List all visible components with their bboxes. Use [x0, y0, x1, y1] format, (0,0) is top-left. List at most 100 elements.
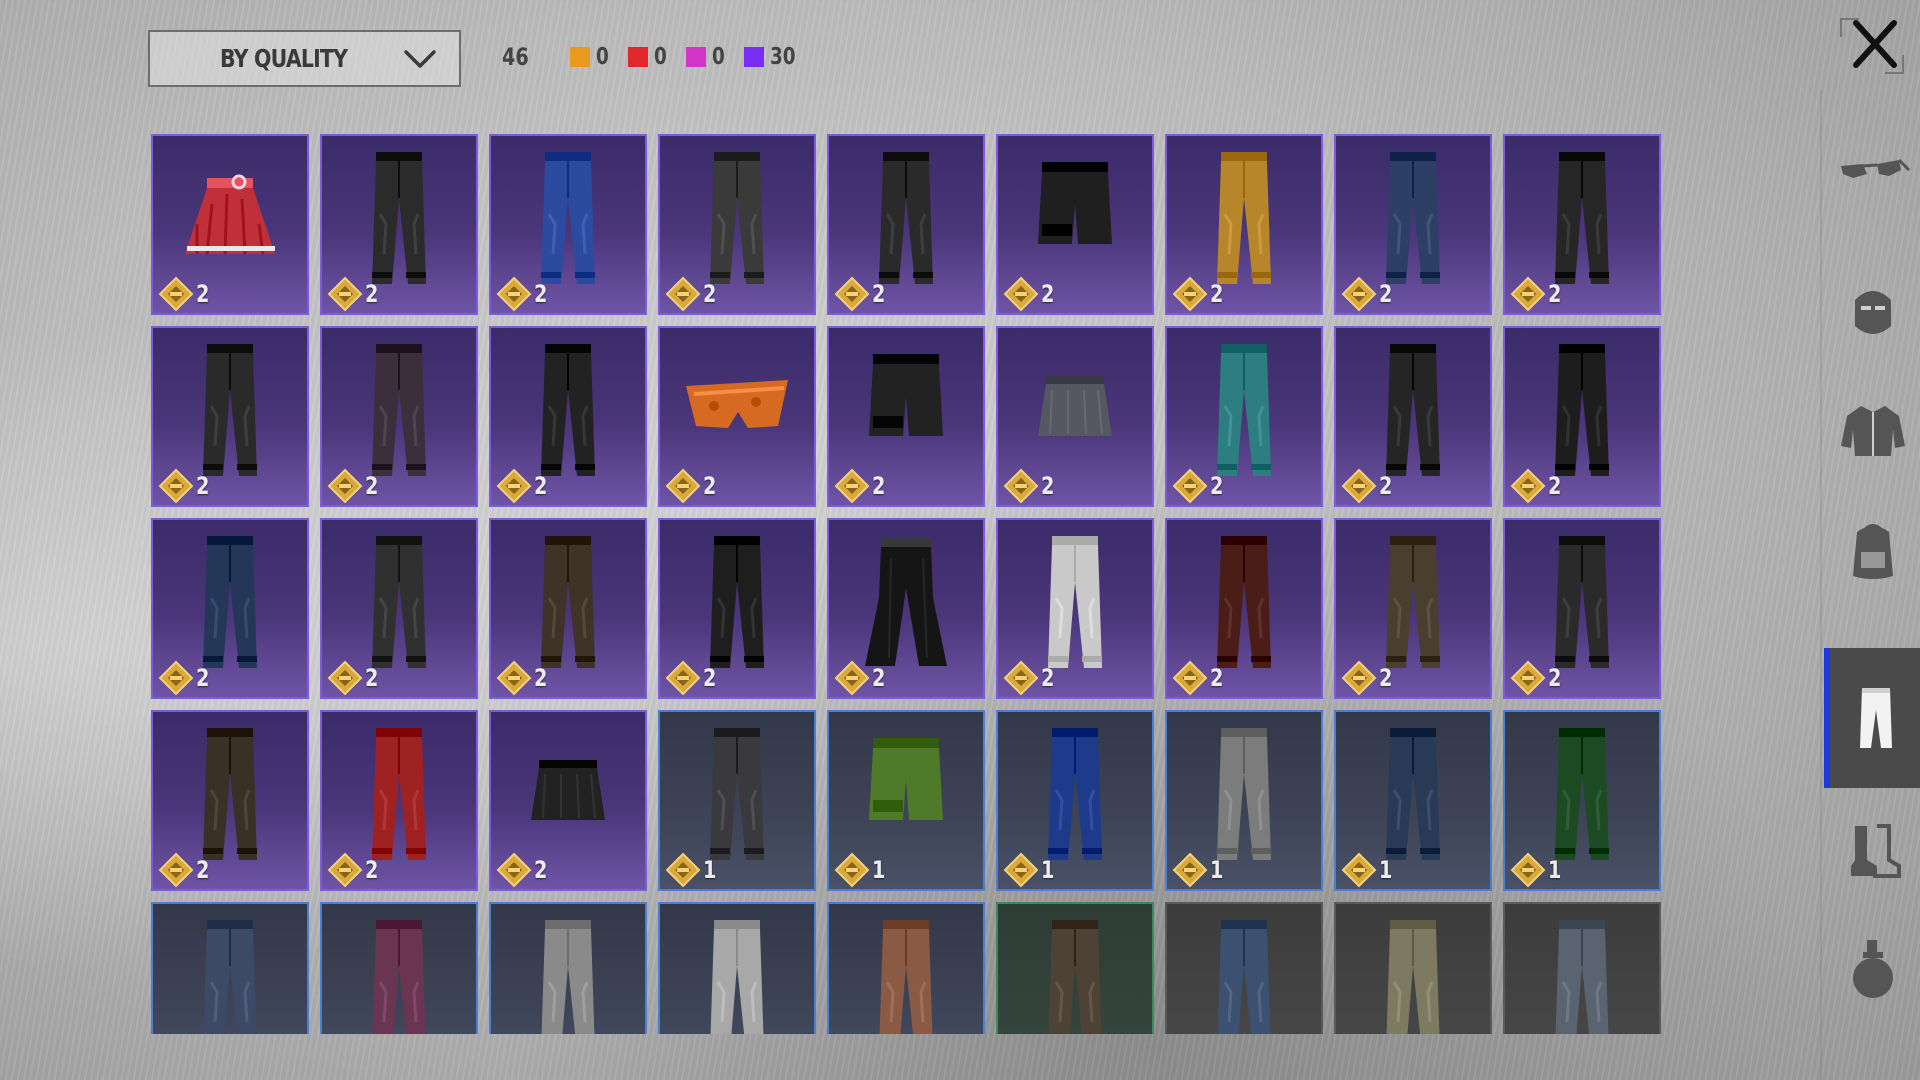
rating-badge: 2: [1003, 660, 1058, 696]
sidebar-tab-backpack[interactable]: [1824, 480, 1920, 620]
inventory-item[interactable]: 2: [658, 518, 816, 699]
inventory-item[interactable]: 2: [489, 134, 647, 315]
inventory-item[interactable]: [151, 902, 309, 1034]
sidebar-tab-boots[interactable]: [1824, 780, 1920, 920]
inventory-item[interactable]: 2: [996, 326, 1154, 507]
diamond-emblem-icon: [158, 276, 194, 312]
item-count: 2: [1548, 472, 1562, 500]
inventory-item[interactable]: 2: [320, 710, 478, 891]
inventory-item[interactable]: 2: [489, 326, 647, 507]
inventory-item[interactable]: 2: [1165, 518, 1323, 699]
rating-badge: 2: [496, 468, 551, 504]
item-count: 2: [1548, 280, 1562, 308]
sort-by-quality-dropdown[interactable]: BY QUALITY: [148, 30, 461, 87]
inventory-item[interactable]: 1: [1334, 710, 1492, 891]
inventory-item[interactable]: 2: [489, 710, 647, 891]
inventory-item[interactable]: [489, 902, 647, 1034]
inventory-item[interactable]: [1503, 902, 1661, 1034]
sidebar-tab-glasses[interactable]: [1824, 100, 1920, 240]
sidebar-tab-grenade[interactable]: [1824, 900, 1920, 1040]
inventory-item[interactable]: 2: [658, 134, 816, 315]
rating-badge: 2: [327, 852, 382, 888]
rating-badge: 2: [1510, 276, 1565, 312]
inventory-item[interactable]: 1: [1503, 710, 1661, 891]
sidebar-tab-pants[interactable]: [1824, 648, 1920, 788]
pants-icon: [1555, 536, 1609, 668]
pants-icon: [1217, 536, 1271, 668]
inventory-item[interactable]: 2: [1165, 134, 1323, 315]
inventory-item[interactable]: 2: [996, 518, 1154, 699]
inventory-item[interactable]: 2: [151, 518, 309, 699]
diamond-emblem-icon: [665, 660, 701, 696]
inventory-item[interactable]: 2: [827, 518, 985, 699]
inventory-item[interactable]: 2: [1334, 134, 1492, 315]
pants-icon: [710, 728, 764, 860]
inventory-item[interactable]: [320, 902, 478, 1034]
inventory-item[interactable]: 2: [151, 134, 309, 315]
close-icon: [1840, 18, 1904, 74]
pants-icon: [1217, 152, 1271, 284]
inventory-item[interactable]: 2: [996, 134, 1154, 315]
item-count: 1: [872, 856, 886, 884]
inventory-item[interactable]: 2: [658, 326, 816, 507]
inventory-item[interactable]: [827, 902, 985, 1034]
inventory-item[interactable]: 2: [1503, 326, 1661, 507]
rating-badge: 2: [327, 468, 382, 504]
item-count: 2: [872, 280, 886, 308]
inventory-item[interactable]: 2: [489, 518, 647, 699]
inventory-item[interactable]: 2: [1334, 326, 1492, 507]
quality-count-value: 0: [712, 44, 725, 70]
pants-icon: [879, 920, 933, 1034]
boots-icon: [1851, 824, 1901, 878]
diamond-emblem-icon: [1003, 468, 1039, 504]
item-count: 2: [1041, 472, 1055, 500]
rating-badge: 1: [665, 852, 720, 888]
sort-label: BY QUALITY: [220, 44, 348, 73]
quality-count-value: 0: [596, 44, 609, 70]
pants-icon: [372, 152, 426, 284]
inventory-item[interactable]: 2: [827, 326, 985, 507]
inventory-item[interactable]: [658, 902, 816, 1034]
diamond-emblem-icon: [496, 852, 532, 888]
rating-badge: 2: [1341, 468, 1396, 504]
quality-swatch: [570, 47, 590, 67]
inventory-item[interactable]: [1165, 902, 1323, 1034]
inventory-item[interactable]: 2: [1334, 518, 1492, 699]
inventory-item[interactable]: [996, 902, 1154, 1034]
inventory-item[interactable]: 2: [1503, 134, 1661, 315]
inventory-item[interactable]: 2: [320, 326, 478, 507]
diamond-emblem-icon: [327, 276, 363, 312]
rating-badge: 1: [1172, 852, 1227, 888]
inventory-item[interactable]: 2: [827, 134, 985, 315]
inventory-item[interactable]: 1: [1165, 710, 1323, 891]
inventory-item[interactable]: 1: [658, 710, 816, 891]
quality-swatch: [744, 47, 765, 67]
chevron-down-icon: [404, 49, 436, 68]
pants-icon: [541, 152, 595, 284]
inventory-item[interactable]: 1: [996, 710, 1154, 891]
inventory-item[interactable]: 1: [827, 710, 985, 891]
pants-icon: [1386, 920, 1440, 1034]
sidebar-tab-mask[interactable]: [1824, 240, 1920, 380]
diamond-emblem-icon: [496, 660, 532, 696]
inventory-item[interactable]: 2: [320, 134, 478, 315]
rating-badge: 2: [327, 660, 382, 696]
inventory-item[interactable]: 2: [151, 326, 309, 507]
inventory-item[interactable]: 2: [1165, 326, 1323, 507]
inventory-item[interactable]: [1334, 902, 1492, 1034]
rating-badge: 1: [1341, 852, 1396, 888]
miniskirt-icon: [1038, 376, 1112, 436]
close-button[interactable]: [1838, 15, 1906, 77]
inventory-item[interactable]: 2: [320, 518, 478, 699]
sidebar-tab-jacket[interactable]: [1824, 360, 1920, 500]
inventory-item[interactable]: 2: [151, 710, 309, 891]
jacket-icon: [1841, 406, 1905, 456]
mask-icon: [1855, 291, 1891, 334]
category-sidebar: [1820, 90, 1920, 1080]
item-count: 2: [365, 472, 379, 500]
pants-icon: [372, 728, 426, 860]
inventory-item[interactable]: 2: [1503, 518, 1661, 699]
rating-badge: 2: [665, 276, 720, 312]
grenade-icon: [1853, 940, 1893, 998]
rating-badge: 1: [834, 852, 889, 888]
